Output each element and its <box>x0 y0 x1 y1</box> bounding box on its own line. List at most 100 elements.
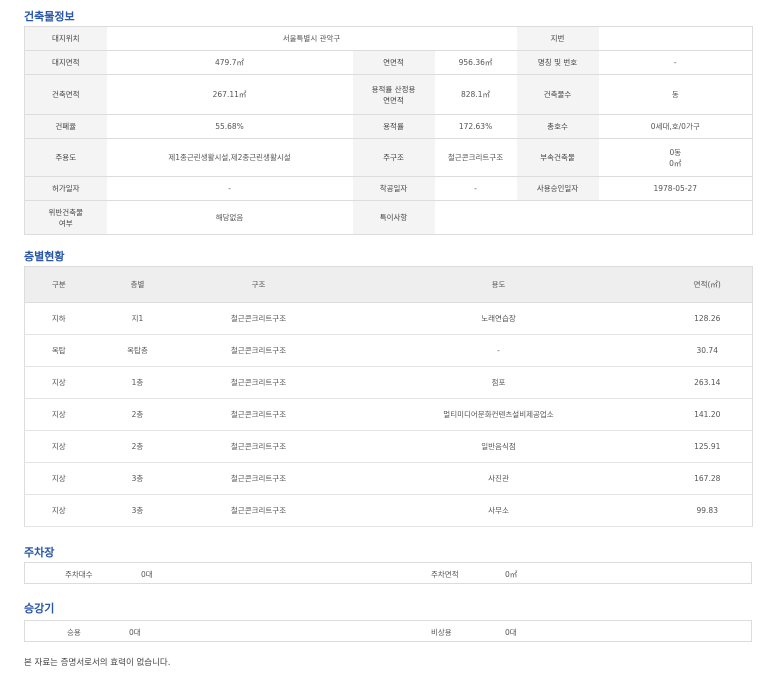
info-row: 허가일자 - 착공일자 - 사용승인일자 1978-05-27 <box>24 176 753 201</box>
floor-cell-floor: 3층 <box>92 462 183 495</box>
parking-count-label: 주차대수 <box>65 570 93 579</box>
floor-cell-category: 지상 <box>24 494 93 527</box>
floor-header-category: 구분 <box>24 266 93 303</box>
annex-label: 부속건축물 <box>516 138 599 177</box>
floor-cell-area: 125.91 <box>662 430 753 463</box>
floor-header-structure: 구조 <box>182 266 335 303</box>
parking-row: 주차대수 0대 주차면적 0㎡ <box>24 562 752 584</box>
table-row: 지상 2층 철근콘크리트구조 멀티미디어문화컨텐츠설비제공업소 141.20 <box>24 398 753 431</box>
units-value: 0세대,호/0가구 <box>598 114 753 139</box>
violation-label: 위반건축물 여부 <box>24 200 107 235</box>
far-value: 172.63% <box>434 114 517 139</box>
start-date-value: - <box>434 176 517 201</box>
floor-cell-use: 노래연습장 <box>334 302 663 335</box>
info-row: 대지위치 서울특별시 관악구 지번 <box>24 26 753 51</box>
floor-cell-area: 167.28 <box>662 462 753 495</box>
floor-cell-category: 지상 <box>24 462 93 495</box>
floor-cell-floor: 2층 <box>92 430 183 463</box>
parking-area-value: 0㎡ <box>505 570 518 579</box>
total-floor-area-value: 956.36㎡ <box>434 50 517 75</box>
floor-cell-structure: 철근콘크리트구조 <box>182 494 335 527</box>
table-row: 옥탑 옥탑층 철근콘크리트구조 -30.74 <box>24 334 753 367</box>
start-date-label: 착공일자 <box>352 176 435 201</box>
table-row: 지상 3층 철근콘크리트구조 사무소 99.83 <box>24 494 753 527</box>
main-use-value: 제1종근린생활시설,제2종근린생활시설 <box>106 138 353 177</box>
coverage-label: 건폐율 <box>24 114 107 139</box>
floor-cell-category: 지상 <box>24 398 93 431</box>
far-label: 용적률 <box>352 114 435 139</box>
approval-date-value: 1978-05-27 <box>598 176 753 201</box>
floor-header-row: 구분 층별 구조 용도 면적(㎡) <box>24 266 753 303</box>
parking-area-label: 주차면적 <box>431 570 459 579</box>
building-count-label: 건축물수 <box>516 74 599 115</box>
violation-label-line1: 위반건축물 <box>48 207 84 217</box>
info-row: 건축면적 267.11㎡ 용적률 산정용 연면적 828.1㎡ 건축물수 동 <box>24 74 753 115</box>
floor-cell-area: 99.83 <box>662 494 753 527</box>
lot-number-value <box>598 26 753 51</box>
elevator-passenger-value: 0대 <box>129 628 141 637</box>
section-title-elevator: 승강기 <box>24 602 55 615</box>
elevator-emergency-label: 비상용 <box>431 628 452 637</box>
units-label: 총호수 <box>516 114 599 139</box>
remarks-value <box>434 200 753 235</box>
approval-date-label: 사용승인일자 <box>516 176 599 201</box>
table-row: 지하 지1 철근콘크리트구조 노래연습장 128.26 <box>24 302 753 335</box>
annex-area: 0㎡ <box>669 158 682 168</box>
floor-cell-use: 사진관 <box>334 462 663 495</box>
annex-value: 0동 0㎡ <box>598 138 753 177</box>
violation-value: 해당없음 <box>106 200 353 235</box>
far-area-label: 용적률 산정용 연면적 <box>352 74 435 115</box>
floor-cell-use: 점포 <box>334 366 663 399</box>
floor-cell-structure: 철근콘크리트구조 <box>182 302 335 335</box>
floor-cell-use: - <box>334 334 663 367</box>
floor-cell-use: 사무소 <box>334 494 663 527</box>
floor-cell-floor: 지1 <box>92 302 183 335</box>
parking-count-value: 0대 <box>141 570 153 579</box>
far-area-value: 828.1㎡ <box>434 74 517 115</box>
floor-cell-floor: 1층 <box>92 366 183 399</box>
site-location-label: 대지위치 <box>24 26 107 51</box>
section-title-building-info: 건축물정보 <box>24 10 75 23</box>
table-row: 지상 2층 철근콘크리트구조 일반음식점 125.91 <box>24 430 753 463</box>
floor-cell-floor: 3층 <box>92 494 183 527</box>
section-title-floor-status: 층별현황 <box>24 250 65 263</box>
floor-header-use: 용도 <box>334 266 663 303</box>
floor-cell-structure: 철근콘크리트구조 <box>182 430 335 463</box>
total-floor-area-label: 연면적 <box>352 50 435 75</box>
floor-cell-structure: 철근콘크리트구조 <box>182 334 335 367</box>
name-number-value: - <box>598 50 753 75</box>
coverage-value: 55.68% <box>106 114 353 139</box>
section-title-parking: 주차장 <box>24 546 55 559</box>
building-count-value: 동 <box>598 74 753 115</box>
permit-date-value: - <box>106 176 353 201</box>
far-area-label-line1: 용적률 산정용 <box>371 84 416 94</box>
info-row: 건폐율 55.68% 용적률 172.63% 총호수 0세대,호/0가구 <box>24 114 753 139</box>
info-row: 위반건축물 여부 해당없음 특이사항 <box>24 200 753 235</box>
main-use-label: 주용도 <box>24 138 107 177</box>
floor-header-area: 면적(㎡) <box>662 266 753 303</box>
floor-cell-floor: 옥탑층 <box>92 334 183 367</box>
floor-cell-category: 옥탑 <box>24 334 93 367</box>
table-row: 지상 1층 철근콘크리트구조 점포 263.14 <box>24 366 753 399</box>
floor-status-table: 구분 층별 구조 용도 면적(㎡) 지하 지1 철근콘크리트구조 노래연습장 128.2… <box>24 266 753 527</box>
floor-cell-use: 멀티미디어문화컨텐츠설비제공업소 <box>334 398 663 431</box>
info-row: 주용도 제1종근린생활시설,제2종근린생활시설 주구조 철근콘크리트구조 부속건… <box>24 138 753 177</box>
floor-cell-structure: 철근콘크리트구조 <box>182 462 335 495</box>
floor-cell-area: 141.20 <box>662 398 753 431</box>
remarks-label: 특이사항 <box>352 200 435 235</box>
footer-note: 본 자료는 증명서로서의 효력이 없습니다. <box>24 658 171 668</box>
elevator-passenger-label: 승용 <box>67 628 81 637</box>
site-area-value: 479.7㎡ <box>106 50 353 75</box>
elevator-emergency-value: 0대 <box>505 628 517 637</box>
building-area-label: 건축면적 <box>24 74 107 115</box>
floor-cell-area: 128.26 <box>662 302 753 335</box>
floor-cell-area: 30.74 <box>662 334 753 367</box>
site-location-value: 서울특별시 관악구 <box>106 26 517 51</box>
permit-date-label: 허가일자 <box>24 176 107 201</box>
floor-cell-category: 지상 <box>24 366 93 399</box>
floor-cell-category: 지상 <box>24 430 93 463</box>
floor-header-floor: 층별 <box>92 266 183 303</box>
site-area-label: 대지면적 <box>24 50 107 75</box>
name-number-label: 명칭 및 번호 <box>516 50 599 75</box>
floor-cell-floor: 2층 <box>92 398 183 431</box>
